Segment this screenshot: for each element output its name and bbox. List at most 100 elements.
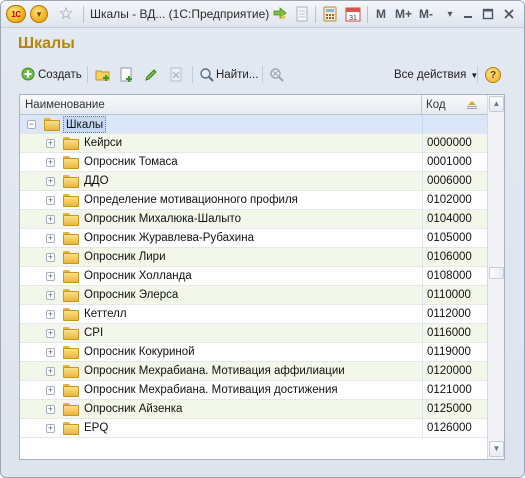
toolbar-divider <box>192 66 193 83</box>
sort-ascending-icon[interactable] <box>466 100 478 113</box>
row-code: 0112000 <box>422 305 487 324</box>
row-code: 0119000 <box>422 343 487 362</box>
table-row[interactable]: + Кейрси 0000000 <box>20 134 487 153</box>
expand-toggle-icon[interactable]: + <box>46 291 55 300</box>
calculator-icon[interactable] <box>321 5 339 23</box>
arrow-star-icon[interactable] <box>271 5 289 23</box>
column-header-name[interactable]: Наименование <box>22 95 420 115</box>
delete-mark-button[interactable] <box>169 65 185 85</box>
row-name: Опросник Холланда <box>84 270 192 282</box>
table-row[interactable]: + Опросник Томаса 0001000 <box>20 153 487 172</box>
row-name: ДДО <box>84 175 109 187</box>
table-row[interactable]: + Опросник Михалюка-Шалыто 0104000 <box>20 210 487 229</box>
expand-toggle-icon[interactable]: + <box>46 177 55 186</box>
toolbar-divider <box>262 66 263 83</box>
scales-table[interactable]: Наименование Код − Шкалы + Кейрси 0000000 +… <box>19 94 505 460</box>
expand-toggle-icon[interactable]: + <box>46 367 55 376</box>
folder-icon <box>63 213 79 226</box>
expand-toggle-icon[interactable]: + <box>46 310 55 319</box>
folder-icon <box>63 137 79 150</box>
folder-icon <box>63 308 79 321</box>
expand-toggle-icon[interactable]: + <box>46 424 55 433</box>
svg-text:31: 31 <box>349 15 357 22</box>
help-button[interactable]: ? <box>485 65 501 85</box>
memory-minus-button[interactable]: M- <box>419 7 433 21</box>
folder-icon <box>63 403 79 416</box>
table-row[interactable]: + EPQ 0126000 <box>20 419 487 438</box>
cancel-search-button[interactable] <box>269 65 285 85</box>
collapse-toggle-icon[interactable]: − <box>27 120 36 129</box>
toolbar-divider <box>87 66 88 83</box>
table-body: − Шкалы + Кейрси 0000000 + Опросник Томаса 00… <box>20 115 487 438</box>
all-actions-button[interactable]: Все действия ▼ <box>394 65 478 85</box>
1c-logo-icon[interactable]: 1С <box>6 5 26 23</box>
expand-toggle-icon[interactable]: + <box>46 348 55 357</box>
column-header-code[interactable]: Код <box>423 95 468 115</box>
window-menu-icon[interactable]: ▾ <box>441 5 459 23</box>
row-code: 0006000 <box>422 172 487 191</box>
close-icon[interactable] <box>500 5 518 23</box>
delete-mark-icon <box>169 67 185 83</box>
expand-toggle-icon[interactable]: + <box>46 253 55 262</box>
table-row[interactable]: + Опросник Лири 0106000 <box>20 248 487 267</box>
folder-icon <box>63 156 79 169</box>
memory-m-button[interactable]: M <box>376 7 386 21</box>
table-header: Наименование Код <box>20 95 487 115</box>
app-window: 1С ▾ ☆ Шкалы - ВД... (1С:Предприятие) 31… <box>0 0 525 478</box>
column-divider[interactable] <box>421 95 422 115</box>
all-actions-label: Все действия <box>394 69 467 81</box>
row-code: 0110000 <box>422 286 487 305</box>
title-divider <box>83 6 84 23</box>
calendar-icon[interactable]: 31 <box>344 5 362 23</box>
row-code: 0116000 <box>422 324 487 343</box>
expand-toggle-icon[interactable]: + <box>46 272 55 281</box>
table-row-root[interactable]: − Шкалы <box>20 115 487 134</box>
create-group-button[interactable] <box>95 65 111 85</box>
vertical-scrollbar[interactable]: ▲ ▼ <box>487 95 504 459</box>
find-button[interactable]: Найти... <box>199 65 258 85</box>
row-code <box>422 115 487 134</box>
table-row[interactable]: + Опросник Кокуриной 0119000 <box>20 343 487 362</box>
row-name: Опросник Томаса <box>84 156 178 168</box>
scroll-thumb[interactable] <box>489 267 504 279</box>
table-row[interactable]: + CPI 0116000 <box>20 324 487 343</box>
expand-toggle-icon[interactable]: + <box>46 329 55 338</box>
scroll-down-icon[interactable]: ▼ <box>489 441 504 457</box>
memory-plus-button[interactable]: M+ <box>395 7 412 21</box>
row-name: Кейрси <box>84 137 123 149</box>
search-icon <box>199 67 215 83</box>
minimize-icon[interactable] <box>459 5 477 23</box>
expand-toggle-icon[interactable]: + <box>46 139 55 148</box>
table-row[interactable]: + Опросник Мехрабиана. Мотивация аффилиац… <box>20 362 487 381</box>
plus-circle-icon <box>21 67 37 83</box>
favorites-star-icon[interactable]: ☆ <box>56 4 76 24</box>
command-bar: Создать Найти... Все действия ▼ ? <box>17 63 507 87</box>
table-row[interactable]: + Опросник Холланда 0108000 <box>20 267 487 286</box>
expand-toggle-icon[interactable]: + <box>46 405 55 414</box>
copy-button[interactable] <box>119 65 135 85</box>
table-row[interactable]: + Опросник Мехрабиана. Мотивация достижен… <box>20 381 487 400</box>
expand-toggle-icon[interactable]: + <box>46 158 55 167</box>
cancel-search-icon <box>269 67 285 83</box>
row-name: CPI <box>84 327 104 339</box>
document-icon[interactable] <box>293 5 311 23</box>
create-button-label: Создать <box>38 69 82 81</box>
expand-toggle-icon[interactable]: + <box>46 215 55 224</box>
table-row[interactable]: + Кеттелл 0112000 <box>20 305 487 324</box>
main-menu-dropdown-icon[interactable]: ▾ <box>30 5 48 23</box>
table-row[interactable]: + Опросник Элерса 0110000 <box>20 286 487 305</box>
expand-toggle-icon[interactable]: + <box>46 386 55 395</box>
table-row[interactable]: + Определение мотивационного профиля 01020… <box>20 191 487 210</box>
maximize-icon[interactable] <box>479 5 497 23</box>
create-button[interactable]: Создать <box>21 65 82 85</box>
expand-toggle-icon[interactable]: + <box>46 196 55 205</box>
expand-toggle-icon[interactable]: + <box>46 234 55 243</box>
title-divider <box>367 6 368 23</box>
row-name: Кеттелл <box>84 308 127 320</box>
pencil-icon <box>143 67 159 83</box>
scroll-up-icon[interactable]: ▲ <box>489 96 504 112</box>
table-row[interactable]: + ДДО 0006000 <box>20 172 487 191</box>
table-row[interactable]: + Опросник Айзенка 0125000 <box>20 400 487 419</box>
edit-button[interactable] <box>143 65 159 85</box>
table-row[interactable]: + Опросник Журавлева-Рубахина 0105000 <box>20 229 487 248</box>
